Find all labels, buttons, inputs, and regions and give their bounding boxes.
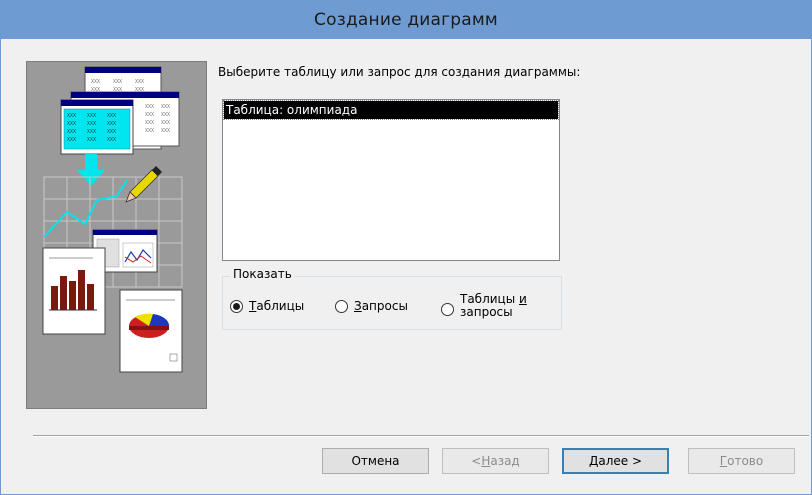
list-item-selected[interactable]: Таблица: олимпиада bbox=[223, 100, 559, 120]
wizard-illustration: XXX XXX XXX XXX XXX XXX XXX XXX XXX XXX … bbox=[26, 61, 207, 409]
svg-text:XXX: XXX bbox=[67, 113, 76, 119]
radio-tables-circle[interactable] bbox=[230, 299, 243, 313]
cancel-button[interactable]: Отмена bbox=[322, 448, 429, 474]
svg-text:XXX: XXX bbox=[161, 112, 170, 118]
svg-text:XXX: XXX bbox=[67, 121, 76, 127]
spreadsheet-back-titlebar bbox=[85, 67, 161, 73]
svg-text:XXX: XXX bbox=[135, 79, 144, 85]
svg-text:XXX: XXX bbox=[161, 120, 170, 126]
title-bar[interactable]: Создание диаграмм bbox=[1, 1, 811, 39]
svg-text:XXX: XXX bbox=[145, 128, 154, 134]
svg-text:XXX: XXX bbox=[107, 137, 116, 143]
svg-text:XXX: XXX bbox=[145, 120, 154, 126]
svg-text:XXX: XXX bbox=[91, 79, 100, 85]
show-group-legend: Показать bbox=[230, 267, 295, 281]
svg-text:XXX: XXX bbox=[113, 79, 122, 85]
svg-text:XXX: XXX bbox=[145, 104, 154, 110]
svg-text:XXX: XXX bbox=[67, 137, 76, 143]
down-arrow-icon bbox=[77, 170, 105, 186]
finish-button[interactable]: Готово bbox=[688, 448, 795, 474]
pencil-icon bbox=[125, 166, 162, 203]
radio-queries-circle[interactable] bbox=[335, 299, 348, 313]
svg-text:XXX: XXX bbox=[107, 129, 116, 135]
svg-text:XXX: XXX bbox=[161, 104, 170, 110]
svg-text:XXX: XXX bbox=[107, 113, 116, 119]
chart-wizard-dialog: Создание диаграмм XXX XXX XXX XXX XXX XX… bbox=[0, 0, 812, 495]
svg-text:XXX: XXX bbox=[107, 121, 116, 127]
radio-tables[interactable]: Таблицы bbox=[230, 299, 304, 313]
radio-queries[interactable]: Запросы bbox=[335, 299, 408, 313]
radio-queries-label: Запросы bbox=[354, 299, 408, 313]
prompt-text: Выберите таблицу или запрос для создания… bbox=[218, 65, 581, 79]
radio-both-label: Таблицы и запросы bbox=[460, 292, 527, 319]
dialog-title: Создание диаграмм bbox=[314, 10, 498, 30]
radio-tables-and-queries[interactable]: Таблицы и запросы bbox=[441, 293, 527, 319]
radio-tables-label: Таблицы bbox=[249, 299, 305, 313]
svg-text:XXX: XXX bbox=[161, 128, 170, 134]
back-button[interactable]: < Назад bbox=[442, 448, 549, 474]
trend-line bbox=[43, 179, 128, 238]
footer-separator bbox=[33, 435, 809, 437]
svg-text:XXX: XXX bbox=[87, 121, 96, 127]
svg-text:XXX: XXX bbox=[87, 113, 96, 119]
svg-text:XXX: XXX bbox=[67, 129, 76, 135]
svg-text:XXX: XXX bbox=[87, 129, 96, 135]
radio-both-circle[interactable] bbox=[441, 302, 454, 316]
svg-text:XXX: XXX bbox=[145, 112, 154, 118]
next-button[interactable]: Далее > bbox=[562, 448, 669, 474]
svg-text:XXX: XXX bbox=[87, 137, 96, 143]
chart-wizard-art: XXX XXX XXX XXX XXX XXX XXX XXX XXX XXX … bbox=[42, 66, 183, 373]
table-query-listbox[interactable]: Таблица: олимпиада bbox=[222, 99, 560, 261]
